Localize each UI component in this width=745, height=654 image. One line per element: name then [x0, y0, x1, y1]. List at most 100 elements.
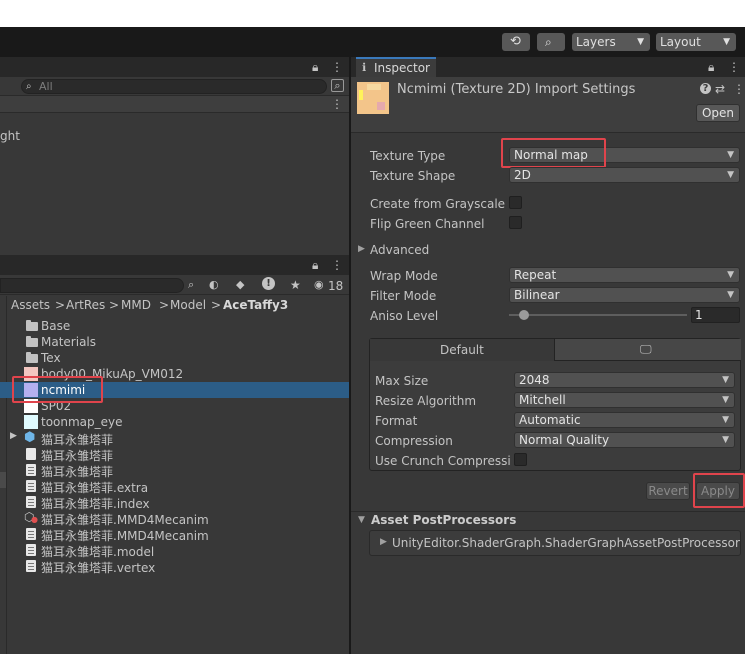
list-item[interactable]: Tex: [0, 350, 350, 366]
lock-icon[interactable]: 🔒︎: [708, 60, 714, 74]
search-scene-icon[interactable]: ⌕: [188, 278, 194, 292]
chevron-right-icon: >: [159, 298, 170, 312]
search-placeholder: All: [39, 80, 53, 93]
inspector-tab-bar: ℹ Inspector 🔒︎ ⋮: [351, 57, 745, 77]
advanced-foldout[interactable]: Advanced: [370, 243, 429, 257]
hierarchy-search-field[interactable]: ⌕ All: [21, 79, 327, 94]
texture-type-label: Texture Type: [370, 149, 446, 163]
more-options-icon[interactable]: ⋮: [331, 258, 343, 272]
filter-by-type-icon[interactable]: ◐: [209, 278, 219, 292]
more-options-icon[interactable]: ⋮: [728, 60, 740, 74]
filter-mode-value: Bilinear: [514, 288, 560, 302]
star-icon[interactable]: ★: [290, 278, 301, 292]
inspector-title: Ncmimi (Texture 2D) Import Settings: [397, 82, 636, 97]
presets-icon[interactable]: ⇄: [715, 82, 725, 96]
wrap-mode-value: Repeat: [514, 268, 557, 282]
more-options-icon[interactable]: ⋮: [331, 97, 343, 111]
tab-standalone-platform[interactable]: 🖵︎: [555, 339, 741, 361]
aniso-level-slider[interactable]: [509, 310, 687, 320]
list-item[interactable]: 猫耳永雏塔菲: [0, 462, 350, 479]
expand-arrow-icon[interactable]: ▶: [10, 431, 17, 441]
list-item[interactable]: 猫耳永雏塔菲.vertex: [0, 558, 350, 575]
flip-green-channel-checkbox[interactable]: [509, 216, 522, 229]
resize-algorithm-label: Resize Algorithm: [375, 394, 477, 408]
revert-button[interactable]: Revert: [646, 482, 690, 500]
breadcrumb-item[interactable]: Assets: [11, 298, 50, 312]
lock-icon[interactable]: 🔒︎: [312, 258, 318, 272]
document-icon: [26, 480, 36, 492]
compression-dropdown[interactable]: Normal Quality ▼: [514, 432, 735, 448]
list-item[interactable]: 猫耳永雏塔菲: [0, 446, 350, 463]
aniso-level-label: Aniso Level: [370, 309, 439, 323]
postprocessors-foldout[interactable]: Asset PostProcessors: [371, 513, 516, 527]
slider-thumb[interactable]: [519, 310, 529, 320]
list-item[interactable]: 猫耳永雏塔菲.model: [0, 542, 350, 559]
chevron-right-icon: >: [211, 298, 222, 312]
list-item[interactable]: 猫耳永雏塔菲.extra: [0, 478, 350, 495]
breadcrumb-item[interactable]: ArtRes: [66, 298, 105, 312]
expand-arrow-icon[interactable]: ▶: [358, 244, 365, 254]
use-crunch-checkbox[interactable]: [514, 453, 527, 466]
resize-algorithm-value: Mitchell: [519, 393, 566, 407]
list-item[interactable]: Materials: [0, 334, 350, 350]
max-size-label: Max Size: [375, 374, 429, 388]
list-item[interactable]: toonmap_eye: [0, 414, 350, 430]
more-options-icon[interactable]: ⋮: [331, 60, 343, 74]
wrap-mode-dropdown[interactable]: Repeat ▼: [509, 267, 740, 283]
filter-mode-dropdown[interactable]: Bilinear ▼: [509, 287, 740, 303]
list-item[interactable]: Base: [0, 318, 350, 334]
search-scene-icon[interactable]: ⌕: [331, 79, 344, 92]
chevron-down-icon: ▼: [722, 395, 729, 405]
search-icon: ⌕: [26, 81, 32, 92]
texture-shape-dropdown[interactable]: 2D ▼: [509, 167, 740, 183]
document-icon: [26, 496, 36, 508]
use-crunch-label: Use Crunch Compressio: [375, 454, 511, 468]
chevron-down-icon: ▼: [723, 37, 730, 47]
visible-count: 18: [328, 279, 344, 293]
hierarchy-tab-bar: 🔒︎ ⋮: [0, 57, 350, 77]
eye-icon[interactable]: ◉: [314, 278, 324, 292]
aniso-level-input[interactable]: 1: [691, 307, 740, 323]
expand-arrow-icon[interactable]: ▶: [380, 537, 387, 547]
create-from-grayscale-checkbox[interactable]: [509, 196, 522, 209]
folder-icon: [26, 320, 38, 331]
project-tab-bar: 🔒︎ ⋮: [0, 255, 350, 275]
resize-algorithm-dropdown[interactable]: Mitchell ▼: [514, 392, 735, 408]
list-item[interactable]: ▶ ⬢ 猫耳永雏塔菲: [0, 430, 350, 447]
tab-label: Default: [440, 343, 484, 357]
project-search-field[interactable]: [0, 278, 184, 293]
filter-by-label-icon[interactable]: ◆: [236, 278, 244, 292]
format-label: Format: [375, 414, 418, 428]
list-item[interactable]: ⬡ ● 猫耳永雏塔菲.MMD4Mecanim: [0, 510, 350, 527]
history-icon: ⟲: [510, 34, 521, 49]
layers-dropdown[interactable]: Layers ▼: [572, 33, 650, 51]
help-icon[interactable]: ?: [700, 83, 711, 94]
main-toolbar: ⟲ ⌕ Layers ▼ Layout ▼: [0, 27, 745, 57]
hierarchy-item[interactable]: ght: [0, 129, 20, 143]
postprocessor-list-item[interactable]: ▶ UnityEditor.ShaderGraph.ShaderGraphAss…: [369, 530, 741, 556]
list-item[interactable]: 猫耳永雏塔菲.MMD4Mecanim: [0, 526, 350, 543]
history-button[interactable]: ⟲: [502, 33, 530, 51]
format-value: Automatic: [519, 413, 581, 427]
breadcrumb-item[interactable]: Model: [170, 298, 206, 312]
max-size-dropdown[interactable]: 2048 ▼: [514, 372, 735, 388]
warning-icon[interactable]: !: [262, 277, 275, 290]
expand-arrow-icon[interactable]: ▼: [358, 515, 365, 525]
more-options-icon[interactable]: ⋮: [733, 82, 745, 96]
project-toolbar: ⌕ ◐ ◆ ! ★ ◉ 18: [0, 275, 350, 295]
lock-icon[interactable]: 🔒︎: [312, 60, 318, 74]
chevron-right-icon: >: [109, 298, 120, 312]
breadcrumb-item[interactable]: MMD: [121, 298, 151, 312]
highlight-box: [12, 376, 103, 403]
breadcrumb-item-current[interactable]: AceTaffy3: [223, 298, 288, 312]
max-size-value: 2048: [519, 373, 550, 387]
list-item[interactable]: 猫耳永雏塔菲.index: [0, 494, 350, 511]
search-button[interactable]: ⌕: [537, 33, 565, 51]
chevron-down-icon: ▼: [727, 170, 734, 180]
layout-dropdown[interactable]: Layout ▼: [656, 33, 736, 51]
tab-inspector[interactable]: ℹ Inspector: [356, 57, 436, 77]
open-button[interactable]: Open: [696, 104, 740, 122]
tab-default-platform[interactable]: Default: [370, 339, 555, 361]
format-dropdown[interactable]: Automatic ▼: [514, 412, 735, 428]
tab-label: Inspector: [374, 61, 430, 75]
